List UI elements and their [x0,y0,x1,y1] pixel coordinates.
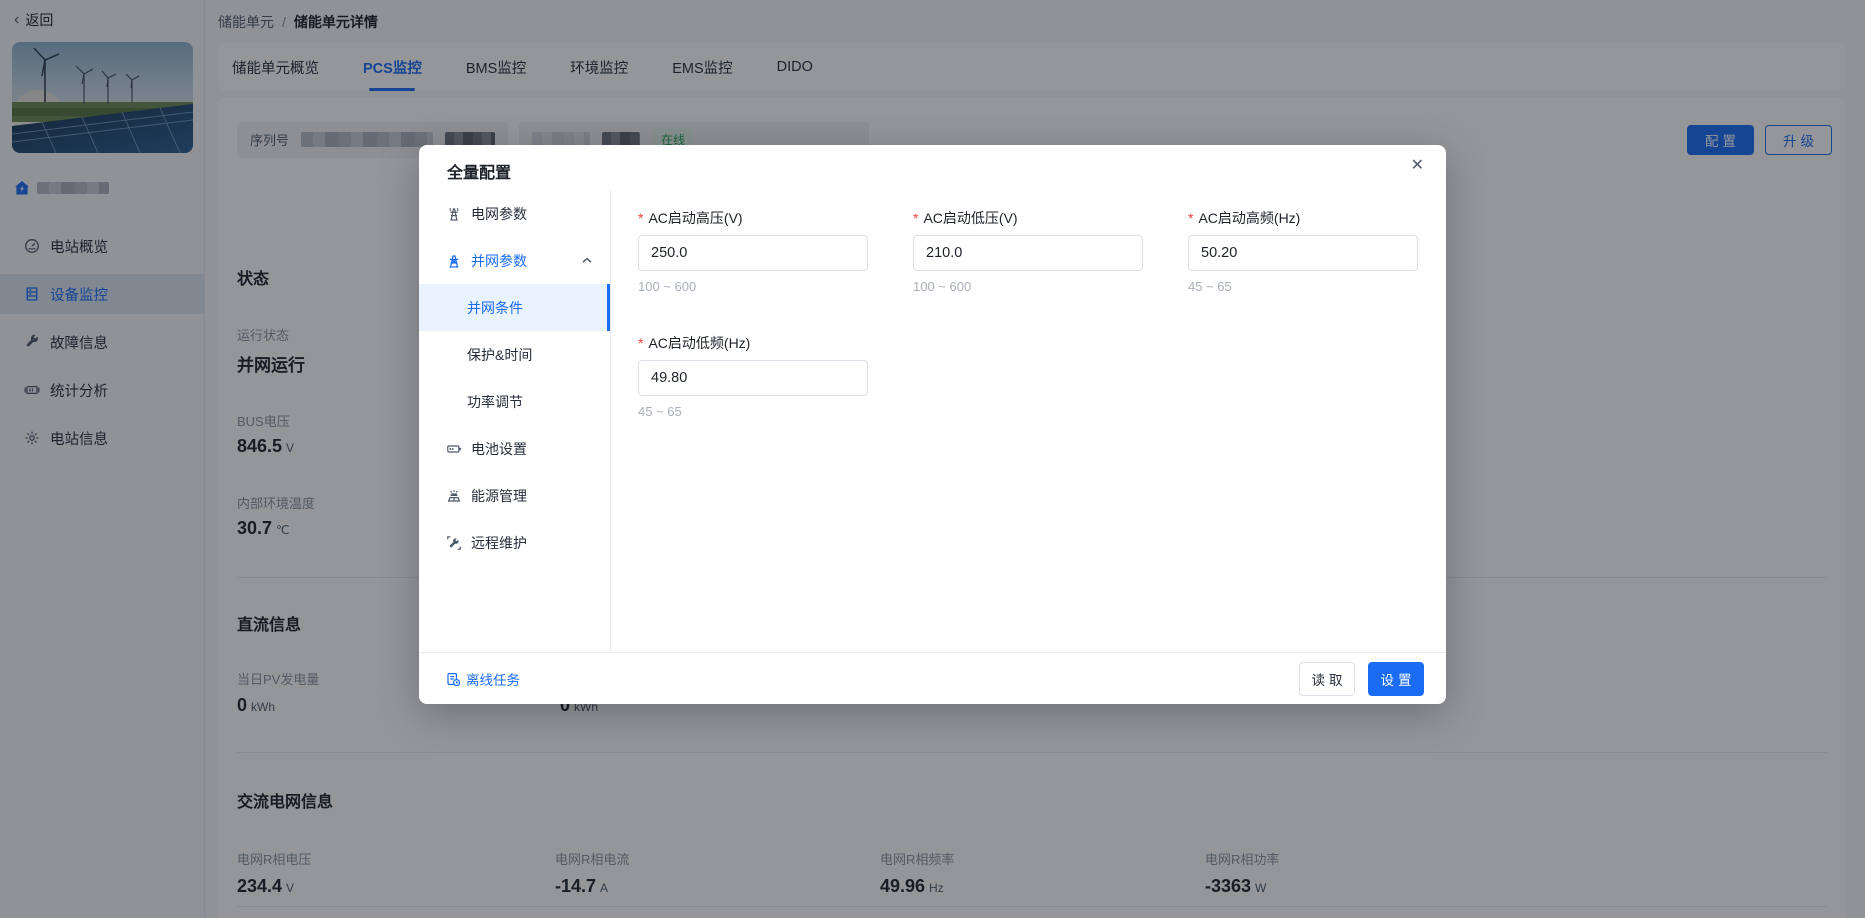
offline-task-doc-icon [447,672,460,686]
required-star: * [913,210,919,226]
required-star: * [1188,210,1194,226]
ac-start-low-voltage-input[interactable] [913,235,1143,271]
read-button[interactable]: 读取 [1299,661,1355,696]
field-ac-start-low-frequency: *AC启动低频(Hz) 45 ~ 65 [638,332,868,419]
nav-energy-management[interactable]: 能源管理 [419,472,610,519]
field-label: AC启动高频(Hz) [1198,210,1301,226]
nav-item-label: 能源管理 [471,487,527,504]
required-star: * [638,335,644,351]
nav-item-label: 电网参数 [471,205,527,222]
field-ac-start-high-voltage: *AC启动高压(V) 100 ~ 600 [638,207,868,294]
field-range-hint: 45 ~ 65 [638,404,682,419]
field-range-hint: 100 ~ 600 [638,279,697,294]
set-button[interactable]: 设置 [1368,661,1424,696]
nav-ongrid-conditions[interactable]: 并网条件 [419,284,610,331]
nav-item-label: 并网参数 [471,252,527,269]
nav-grid-params[interactable]: 电网参数 [419,190,610,237]
modal-footer: 离线任务 读取 设置 [419,652,1446,704]
battery-icon [446,441,462,457]
ac-start-low-frequency-input[interactable] [638,360,868,396]
required-star: * [638,210,644,226]
power-tower-icon [446,206,462,222]
nav-remote-maintenance[interactable]: 远程维护 [419,519,610,566]
ongrid-conditions-form: *AC启动高压(V) 100 ~ 600 *AC启动低压(V) 100 ~ 60… [638,207,1418,419]
offline-tasks-label: 离线任务 [466,672,520,688]
remote-wrench-icon [446,535,462,551]
nav-battery-settings[interactable]: 电池设置 [419,425,610,472]
ac-start-high-voltage-input[interactable] [638,235,868,271]
field-label: AC启动低频(Hz) [648,335,751,351]
ac-start-high-frequency-input[interactable] [1188,235,1418,271]
field-ac-start-low-voltage: *AC启动低压(V) 100 ~ 600 [913,207,1143,294]
nav-power-regulation[interactable]: 功率调节 [419,378,610,425]
close-icon[interactable]: ✕ [1411,158,1424,174]
field-range-hint: 100 ~ 600 [913,279,972,294]
field-range-hint: 45 ~ 65 [1188,279,1232,294]
nav-ongrid-params[interactable]: 并网参数 [419,237,610,284]
modal-title: 全量配置 [447,165,512,182]
nav-item-label: 电池设置 [471,440,527,457]
full-config-modal: 全量配置 ✕ 电网参数 并网参数 并网条件 保护&时间 功率调节 电池设置 能源… [419,145,1446,704]
field-ac-start-high-frequency: *AC启动高频(Hz) 45 ~ 65 [1188,207,1418,294]
nav-item-label: 远程维护 [471,534,527,551]
grid-connect-icon [446,253,462,269]
field-label: AC启动低压(V) [923,210,1018,226]
offline-tasks-link[interactable]: 离线任务 [446,669,520,689]
field-label: AC启动高压(V) [648,210,743,226]
config-nav: 电网参数 并网参数 并网条件 保护&时间 功率调节 电池设置 能源管理 远程维护 [419,190,611,652]
app-window: ‹ 返回 电站概览 设备监控 故障信息 统计分析 电站信息 储能单元 / 储能单… [0,0,1865,918]
chevron-up-icon [582,257,592,264]
nav-protection-time[interactable]: 保护&时间 [419,331,610,378]
energy-panels-icon [446,488,462,504]
